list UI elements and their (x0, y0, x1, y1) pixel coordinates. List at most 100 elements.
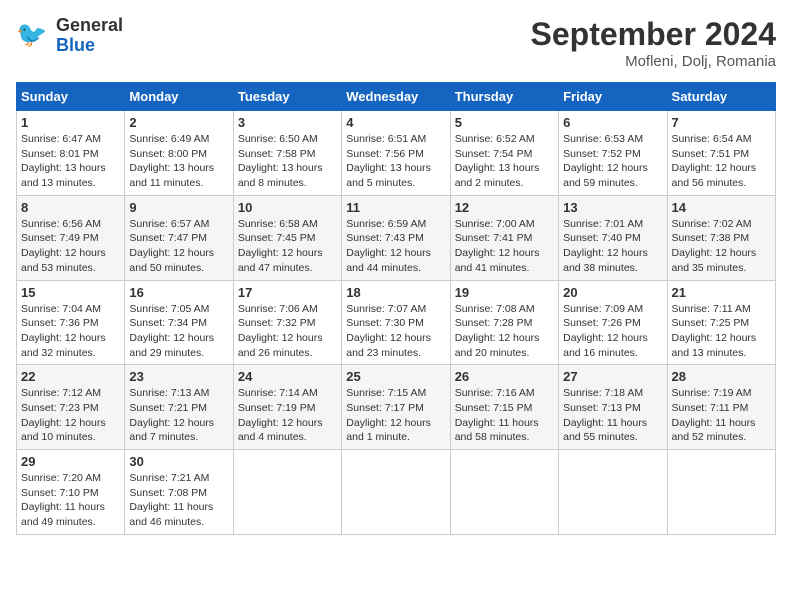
day-info: Sunrise: 6:51 AMSunset: 7:56 PMDaylight:… (346, 132, 445, 191)
day-number: 22 (21, 369, 120, 384)
calendar-cell: 30 Sunrise: 7:21 AMSunset: 7:08 PMDayligh… (125, 450, 233, 535)
header-day-sunday: Sunday (17, 83, 125, 111)
calendar-cell: 23Sunrise: 7:13 AMSunset: 7:21 PMDayligh… (125, 365, 233, 450)
svg-text:🐦: 🐦 (16, 21, 47, 49)
page-header: 🐦 General Blue September 2024 Mofleni, D… (16, 16, 776, 70)
day-info: Sunrise: 7:16 AMSunset: 7:15 PMDaylight:… (455, 386, 554, 445)
day-info: Sunrise: 6:59 AMSunset: 7:43 PMDaylight:… (346, 217, 445, 276)
header-day-friday: Friday (559, 83, 667, 111)
day-info: Sunrise: 6:52 AMSunset: 7:54 PMDaylight:… (455, 132, 554, 191)
day-number: 9 (129, 200, 228, 215)
calendar-cell: 25 Sunrise: 7:15 AMSunset: 7:17 PMDayligh… (342, 365, 450, 450)
calendar-cell: 5 Sunrise: 6:52 AMSunset: 7:54 PMDaylight… (450, 111, 558, 196)
header-day-wednesday: Wednesday (342, 83, 450, 111)
day-info: Sunrise: 7:19 AMSunset: 7:11 PMDaylight:… (672, 386, 771, 445)
calendar-cell: 7Sunrise: 6:54 AMSunset: 7:51 PMDaylight… (667, 111, 775, 196)
calendar-cell: 12 Sunrise: 7:00 AMSunset: 7:41 PMDayligh… (450, 195, 558, 280)
day-number: 27 (563, 369, 662, 384)
day-info: Sunrise: 6:54 AMSunset: 7:51 PMDaylight:… (672, 132, 771, 191)
day-number: 2 (129, 115, 228, 130)
calendar-cell: 14 Sunrise: 7:02 AMSunset: 7:38 PMDayligh… (667, 195, 775, 280)
day-number: 15 (21, 285, 120, 300)
month-year-title: September 2024 (531, 16, 776, 53)
day-number: 12 (455, 200, 554, 215)
calendar-cell: 9Sunrise: 6:57 AMSunset: 7:47 PMDaylight… (125, 195, 233, 280)
calendar-cell: 15 Sunrise: 7:04 AMSunset: 7:36 PMDayligh… (17, 280, 125, 365)
day-info: Sunrise: 7:08 AMSunset: 7:28 PMDaylight:… (455, 302, 554, 361)
calendar-cell: 18Sunrise: 7:07 AMSunset: 7:30 PMDayligh… (342, 280, 450, 365)
day-info: Sunrise: 7:12 AMSunset: 7:23 PMDaylight:… (21, 386, 120, 445)
calendar-cell: 4 Sunrise: 6:51 AMSunset: 7:56 PMDaylight… (342, 111, 450, 196)
logo-bird-icon: 🐦 (16, 18, 52, 54)
calendar-cell (559, 450, 667, 535)
day-number: 19 (455, 285, 554, 300)
day-number: 6 (563, 115, 662, 130)
day-number: 8 (21, 200, 120, 215)
day-info: Sunrise: 7:18 AMSunset: 7:13 PMDaylight:… (563, 386, 662, 445)
header-row: SundayMondayTuesdayWednesdayThursdayFrid… (17, 83, 776, 111)
calendar-cell: 2 Sunrise: 6:49 AMSunset: 8:00 PMDaylight… (125, 111, 233, 196)
location-subtitle: Mofleni, Dolj, Romania (531, 53, 776, 70)
day-number: 20 (563, 285, 662, 300)
day-info: Sunrise: 7:11 AMSunset: 7:25 PMDaylight:… (672, 302, 771, 361)
day-info: Sunrise: 6:49 AMSunset: 8:00 PMDaylight:… (129, 132, 228, 191)
logo-blue: Blue (56, 35, 95, 55)
day-info: Sunrise: 7:04 AMSunset: 7:36 PMDaylight:… (21, 302, 120, 361)
calendar-cell: 26Sunrise: 7:16 AMSunset: 7:15 PMDayligh… (450, 365, 558, 450)
calendar-cell: 17Sunrise: 7:06 AMSunset: 7:32 PMDayligh… (233, 280, 341, 365)
header-day-saturday: Saturday (667, 83, 775, 111)
logo-text: General Blue (56, 16, 123, 56)
day-number: 4 (346, 115, 445, 130)
day-number: 10 (238, 200, 337, 215)
day-number: 29 (21, 454, 120, 469)
day-info: Sunrise: 7:02 AMSunset: 7:38 PMDaylight:… (672, 217, 771, 276)
day-number: 5 (455, 115, 554, 130)
day-info: Sunrise: 6:47 AMSunset: 8:01 PMDaylight:… (21, 132, 120, 191)
title-block: September 2024 Mofleni, Dolj, Romania (531, 16, 776, 70)
calendar-cell: 3Sunrise: 6:50 AMSunset: 7:58 PMDaylight… (233, 111, 341, 196)
day-number: 3 (238, 115, 337, 130)
day-number: 30 (129, 454, 228, 469)
calendar-cell: 11 Sunrise: 6:59 AMSunset: 7:43 PMDayligh… (342, 195, 450, 280)
calendar-cell: 24 Sunrise: 7:14 AMSunset: 7:19 PMDayligh… (233, 365, 341, 450)
calendar-cell (342, 450, 450, 535)
calendar-cell: 13Sunrise: 7:01 AMSunset: 7:40 PMDayligh… (559, 195, 667, 280)
calendar-cell: 27 Sunrise: 7:18 AMSunset: 7:13 PMDayligh… (559, 365, 667, 450)
day-info: Sunrise: 7:20 AMSunset: 7:10 PMDaylight:… (21, 471, 120, 530)
day-info: Sunrise: 7:21 AMSunset: 7:08 PMDaylight:… (129, 471, 228, 530)
day-info: Sunrise: 6:53 AMSunset: 7:52 PMDaylight:… (563, 132, 662, 191)
day-info: Sunrise: 7:06 AMSunset: 7:32 PMDaylight:… (238, 302, 337, 361)
day-number: 21 (672, 285, 771, 300)
calendar-cell: 28Sunrise: 7:19 AMSunset: 7:11 PMDayligh… (667, 365, 775, 450)
calendar-cell: 22 Sunrise: 7:12 AMSunset: 7:23 PMDayligh… (17, 365, 125, 450)
day-number: 16 (129, 285, 228, 300)
day-info: Sunrise: 6:58 AMSunset: 7:45 PMDaylight:… (238, 217, 337, 276)
header-day-monday: Monday (125, 83, 233, 111)
day-info: Sunrise: 7:07 AMSunset: 7:30 PMDaylight:… (346, 302, 445, 361)
calendar-cell (667, 450, 775, 535)
day-info: Sunrise: 7:15 AMSunset: 7:17 PMDaylight:… (346, 386, 445, 445)
calendar-cell: 20 Sunrise: 7:09 AMSunset: 7:26 PMDayligh… (559, 280, 667, 365)
calendar-table: SundayMondayTuesdayWednesdayThursdayFrid… (16, 82, 776, 535)
calendar-cell: 21 Sunrise: 7:11 AMSunset: 7:25 PMDayligh… (667, 280, 775, 365)
day-info: Sunrise: 7:00 AMSunset: 7:41 PMDaylight:… (455, 217, 554, 276)
calendar-cell: 6 Sunrise: 6:53 AMSunset: 7:52 PMDaylight… (559, 111, 667, 196)
calendar-cell: 10 Sunrise: 6:58 AMSunset: 7:45 PMDayligh… (233, 195, 341, 280)
calendar-cell: 8Sunrise: 6:56 AMSunset: 7:49 PMDaylight… (17, 195, 125, 280)
logo-general: General (56, 15, 123, 35)
calendar-cell: 19 Sunrise: 7:08 AMSunset: 7:28 PMDayligh… (450, 280, 558, 365)
day-number: 25 (346, 369, 445, 384)
calendar-cell (233, 450, 341, 535)
day-info: Sunrise: 7:14 AMSunset: 7:19 PMDaylight:… (238, 386, 337, 445)
day-number: 14 (672, 200, 771, 215)
day-number: 24 (238, 369, 337, 384)
day-info: Sunrise: 7:09 AMSunset: 7:26 PMDaylight:… (563, 302, 662, 361)
calendar-cell: 16 Sunrise: 7:05 AMSunset: 7:34 PMDayligh… (125, 280, 233, 365)
day-number: 11 (346, 200, 445, 215)
logo: 🐦 General Blue (16, 16, 123, 56)
calendar-week-5: 29 Sunrise: 7:20 AMSunset: 7:10 PMDayligh… (17, 450, 776, 535)
day-number: 1 (21, 115, 120, 130)
calendar-week-1: 1 Sunrise: 6:47 AMSunset: 8:01 PMDaylight… (17, 111, 776, 196)
day-info: Sunrise: 7:05 AMSunset: 7:34 PMDaylight:… (129, 302, 228, 361)
header-day-tuesday: Tuesday (233, 83, 341, 111)
